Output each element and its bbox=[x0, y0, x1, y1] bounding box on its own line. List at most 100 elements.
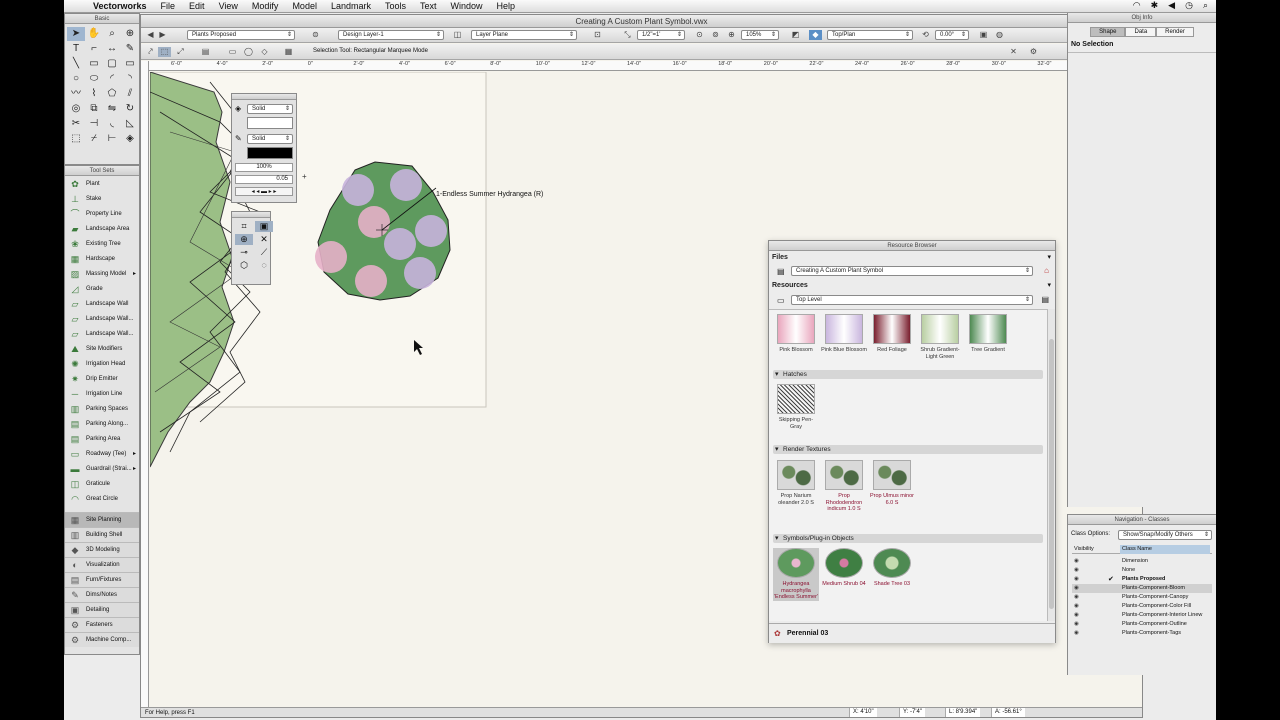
visibility-eye-icon[interactable]: ◉ bbox=[1074, 602, 1079, 611]
resource-thumbnail[interactable]: Prop Rhododendron indicum 1.0 S bbox=[821, 460, 867, 513]
toolset-item[interactable]: ⊥ Stake bbox=[65, 191, 139, 206]
resource-thumbnail[interactable]: Skipping Pen-Gray bbox=[773, 384, 819, 430]
visibility-eye-icon[interactable]: ◉ bbox=[1074, 620, 1079, 629]
line-tool-icon[interactable]: ╲ bbox=[67, 57, 85, 71]
folder-dropdown[interactable]: Top Level bbox=[791, 295, 1033, 305]
toolset-item[interactable]: ▱ Landscape Wall... bbox=[65, 326, 139, 341]
folder-options-icon[interactable]: ▤ bbox=[1041, 295, 1049, 304]
plane-rotation-icon[interactable]: ⟲ bbox=[919, 30, 932, 40]
toolset-category-button[interactable]: ◆ 3D Modeling bbox=[65, 542, 139, 557]
time-machine-icon[interactable]: ◷ bbox=[1185, 0, 1193, 11]
resource-thumbnail[interactable]: Prop Narium oleander 2.0 S bbox=[773, 460, 819, 506]
pen-style-dropdown[interactable]: Solid bbox=[247, 134, 293, 144]
toolset-item[interactable]: ▦ Hardscape bbox=[65, 251, 139, 266]
resource-thumbnail[interactable]: Tree Gradient bbox=[965, 314, 1011, 354]
mirror-tool-icon[interactable]: ⇋ bbox=[103, 102, 121, 116]
fillet-tool-icon[interactable]: ◟ bbox=[103, 117, 121, 131]
toolset-category-button[interactable]: ▣ Detailing bbox=[65, 602, 139, 617]
render-textures-section-header[interactable]: Render Textures bbox=[773, 445, 1043, 454]
toolset-item[interactable]: ▬ Guardrail (Strai... bbox=[65, 461, 139, 476]
resource-thumbnail[interactable]: Shade Tree 03 bbox=[869, 548, 915, 588]
layer-options-icon[interactable]: ◫ bbox=[451, 30, 464, 40]
active-layer-dropdown[interactable]: Design Layer-1 bbox=[338, 30, 444, 40]
toolset-category-button[interactable]: ⚙ Machine Comp... bbox=[65, 632, 139, 647]
fill-style-dropdown[interactable]: Solid bbox=[247, 104, 293, 114]
fill-color-swatch[interactable] bbox=[247, 117, 293, 129]
class-row[interactable]: ◉ Plants-Component-Bloom bbox=[1072, 584, 1212, 593]
toolset-category-button[interactable]: ✎ Dims/Notes bbox=[65, 587, 139, 602]
plane-icon[interactable]: ⊡ bbox=[591, 30, 604, 40]
callout-tool-icon[interactable]: ⌐ bbox=[85, 42, 103, 56]
arc-tool-icon[interactable]: ◜ bbox=[103, 72, 121, 86]
smart-points-icon[interactable]: ✕ bbox=[255, 234, 273, 245]
menu-view[interactable]: View bbox=[212, 1, 245, 11]
class-row[interactable]: ◉ ✔ Plants Proposed bbox=[1072, 575, 1212, 584]
resource-thumbnail[interactable]: Prop Ulmus minor 6.0 S bbox=[869, 460, 915, 506]
dimension-tool-icon[interactable]: ↔ bbox=[103, 42, 121, 56]
menu-modify[interactable]: Modify bbox=[245, 1, 286, 11]
visibility-column-header[interactable]: Visibility bbox=[1074, 545, 1094, 554]
resource-scrollbar[interactable] bbox=[1047, 309, 1055, 621]
group-mode-icon[interactable]: ▤ bbox=[199, 47, 212, 57]
tab-shape[interactable]: Shape bbox=[1090, 27, 1126, 37]
resource-thumbnail[interactable]: Medium Shrub 04 bbox=[821, 548, 867, 588]
toolset-item[interactable]: ▭ Roadway (Tee) bbox=[65, 446, 139, 461]
volume-icon[interactable]: ◀ bbox=[1168, 0, 1175, 11]
spiral-tool-icon[interactable]: ◎ bbox=[67, 102, 85, 116]
polygon-lasso-mode-icon[interactable]: ◇ bbox=[258, 47, 271, 57]
visibility-eye-icon[interactable]: ◉ bbox=[1074, 629, 1079, 638]
rounded-rectangle-tool-icon[interactable]: ▭ bbox=[121, 57, 139, 71]
class-row[interactable]: ◉ None bbox=[1072, 566, 1212, 575]
rect-select-mode-icon[interactable]: ▭ bbox=[226, 47, 239, 57]
class-name-column-header[interactable]: Class Name bbox=[1120, 545, 1210, 554]
forward-icon[interactable]: ▶ bbox=[156, 30, 169, 40]
trim-tool-icon[interactable]: ⊣ bbox=[85, 117, 103, 131]
visibility-eye-icon[interactable]: ◉ bbox=[1074, 566, 1079, 575]
scale-icon[interactable]: ⤡ bbox=[621, 30, 634, 40]
snap-mode-icon[interactable]: ✕ bbox=[1007, 47, 1020, 57]
gear-icon[interactable]: ⚙ bbox=[1027, 47, 1040, 57]
projection-icon[interactable]: ◍ bbox=[993, 30, 1006, 40]
toolset-item[interactable]: ▱ Landscape Wall... bbox=[65, 311, 139, 326]
toolset-item[interactable]: ◿ Grade bbox=[65, 281, 139, 296]
toolset-item[interactable]: ✿ Plant bbox=[65, 176, 139, 191]
menu-file[interactable]: File bbox=[154, 1, 183, 11]
view-zoom-icon[interactable]: ⊙ bbox=[693, 30, 706, 40]
freehand-tool-icon[interactable]: 〰 bbox=[67, 87, 85, 101]
tab-data[interactable]: Data bbox=[1125, 27, 1157, 37]
toolset-item[interactable]: ✷ Drip Emitter bbox=[65, 371, 139, 386]
menu-help[interactable]: Help bbox=[490, 1, 523, 11]
standard-view-dropdown[interactable]: Top/Plan bbox=[827, 30, 913, 40]
rectangle-tool-icon[interactable]: ▢ bbox=[103, 57, 121, 71]
toolset-item[interactable]: ✺ Irrigation Head bbox=[65, 356, 139, 371]
toolset-category-button[interactable]: ▥ Building Shell bbox=[65, 527, 139, 542]
toolset-item[interactable]: ▱ Landscape Wall bbox=[65, 296, 139, 311]
resource-thumbnail[interactable]: Hydrangea macrophylla 'Endless Summer' bbox=[773, 548, 819, 601]
class-options-dropdown[interactable]: Show/Snap/Modify Others bbox=[1118, 530, 1212, 540]
selection-tool-icon[interactable]: ➤ bbox=[67, 27, 85, 41]
eyedropper-tool-icon[interactable]: ✎ bbox=[121, 42, 139, 56]
class-options-icon[interactable]: ⊜ bbox=[309, 30, 322, 40]
preferences-mode-icon[interactable]: ▦ bbox=[282, 47, 295, 57]
class-row[interactable]: ◉ Plants-Component-Canopy bbox=[1072, 593, 1212, 602]
opacity-field[interactable]: 100% bbox=[235, 163, 293, 172]
menu-text[interactable]: Text bbox=[413, 1, 444, 11]
smart-edge-icon[interactable]: ⟋ bbox=[255, 247, 273, 258]
toolset-item[interactable]: ◠ Great Circle bbox=[65, 491, 139, 506]
layer-scale-field[interactable]: 1/2"=1' bbox=[637, 30, 685, 40]
resource-thumbnail[interactable]: Pink Blossom bbox=[773, 314, 819, 354]
snap-to-object-icon[interactable]: ▣ bbox=[255, 221, 273, 232]
toolset-category-button[interactable]: ⚙ Fasteners bbox=[65, 617, 139, 632]
class-row[interactable]: ◉ Plants-Component-Tags bbox=[1072, 629, 1212, 638]
home-icon[interactable]: ⌂ bbox=[1044, 266, 1049, 275]
line-weight-field[interactable]: 0.05 bbox=[235, 175, 293, 184]
lock-mode-icon[interactable]: ⤤ bbox=[144, 47, 157, 57]
toolset-item[interactable]: ❀ Existing Tree bbox=[65, 236, 139, 251]
wifi-icon[interactable]: ◠ bbox=[1133, 0, 1141, 11]
files-collapse-icon[interactable]: ▾ bbox=[1047, 253, 1051, 261]
quarter-arc-tool-icon[interactable]: ◝ bbox=[121, 72, 139, 86]
file-dropdown[interactable]: Creating A Custom Plant Symbol bbox=[791, 266, 1033, 276]
snap-to-tangent-icon[interactable]: ◌ bbox=[255, 260, 273, 271]
snap-to-distance-icon[interactable]: ⊸ bbox=[235, 247, 253, 258]
menu-landmark[interactable]: Landmark bbox=[324, 1, 378, 11]
